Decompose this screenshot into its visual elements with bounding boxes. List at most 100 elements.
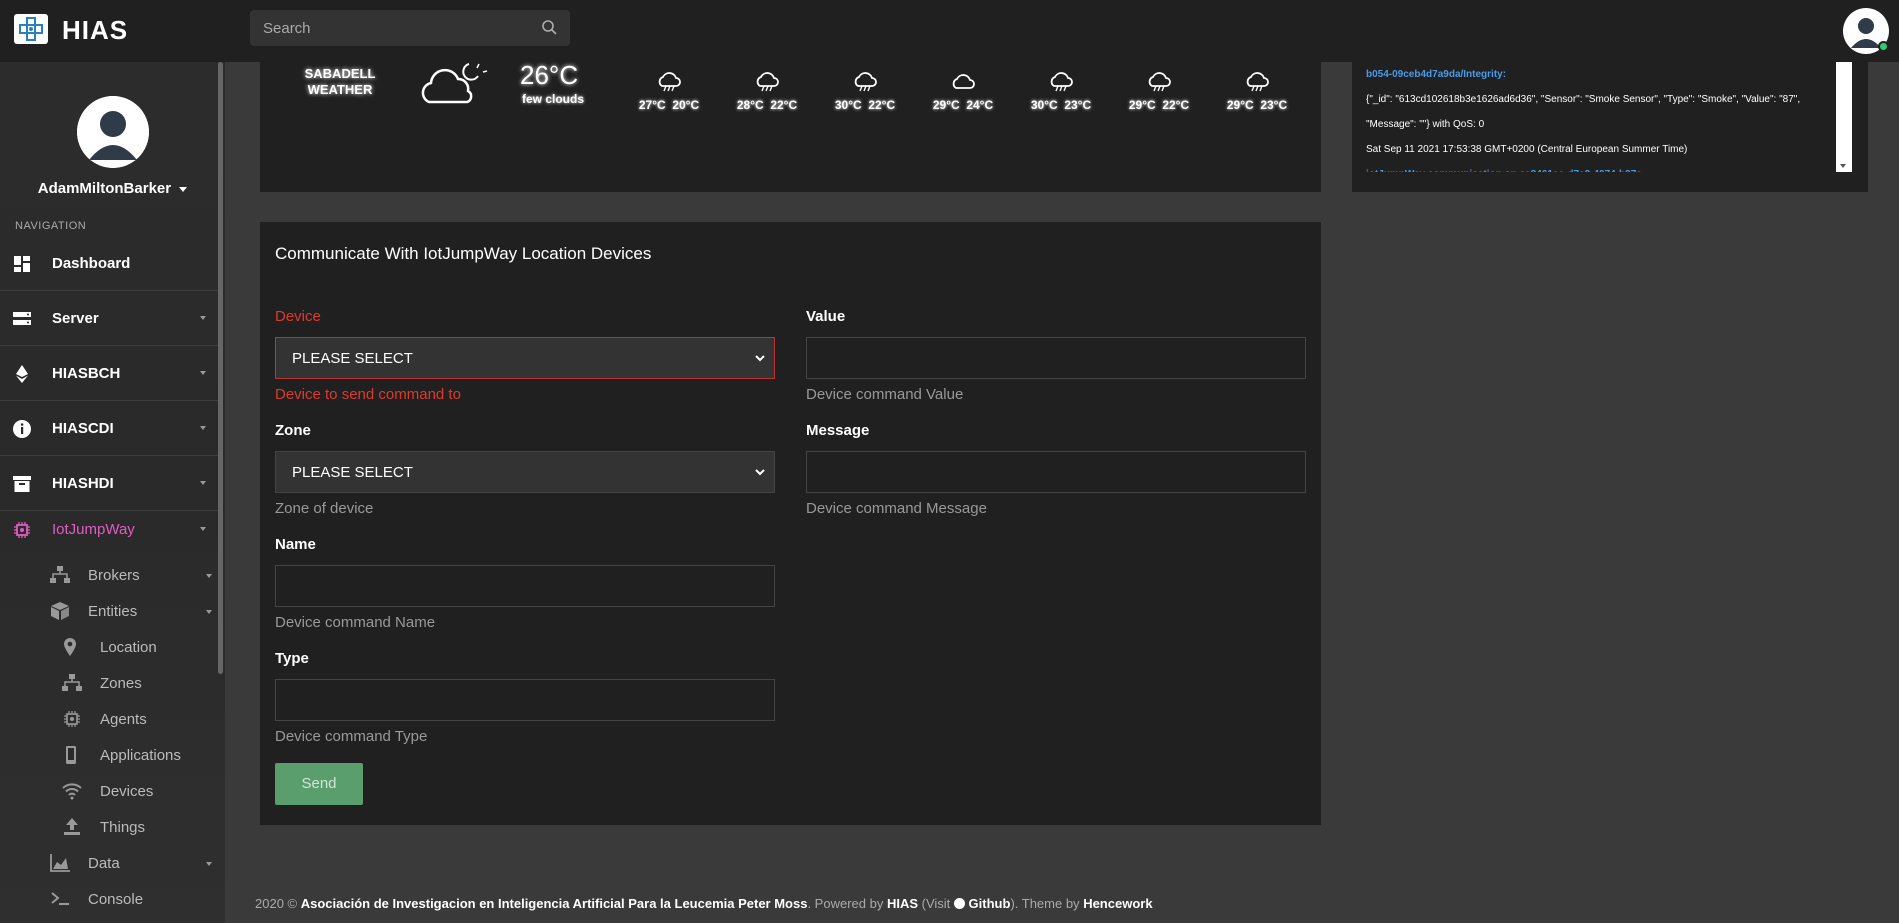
- sidebar-subitem-applications[interactable]: Applications: [62, 742, 252, 770]
- caret-down-icon: [206, 574, 212, 578]
- value-field[interactable]: [806, 337, 1306, 379]
- footer-org-link[interactable]: Asociación de Investigacion en Inteligen…: [301, 896, 808, 911]
- log-topic-link[interactable]: iotJumpWay communication on ee8461ac-d7a…: [1366, 162, 1840, 172]
- sidebar-subitem-console[interactable]: Console: [50, 886, 212, 914]
- chevron-down-icon: [755, 469, 765, 476]
- sidebar-subitem-agents[interactable]: Agents: [62, 706, 252, 734]
- forecast-low: 22°C: [868, 98, 896, 112]
- search-icon[interactable]: [541, 19, 558, 36]
- terminal-icon: [51, 892, 69, 905]
- sidebar-item-label: HIASCDI: [52, 420, 114, 437]
- sidebar-subitem-things[interactable]: Things: [62, 814, 252, 842]
- rain-cloud-icon: [1246, 72, 1269, 92]
- sitemap-icon: [62, 674, 82, 691]
- network-icon: [50, 566, 70, 583]
- device-help: Device to send command to: [275, 386, 461, 403]
- log-timestamp: Sat Sep 11 2021 17:53:38 GMT+0200 (Centr…: [1366, 144, 1688, 155]
- caret-down-icon: [206, 610, 212, 614]
- caret-down-icon: [200, 316, 206, 320]
- device-select[interactable]: PLEASE SELECT: [275, 337, 775, 379]
- sidebar-item-label: IotJumpWay: [52, 521, 135, 538]
- forecast-day: 30°C 22°C: [825, 70, 905, 112]
- device-label: Device: [275, 308, 321, 325]
- sidebar-item-dashboard[interactable]: Dashboard: [0, 237, 218, 291]
- github-icon: [953, 898, 965, 909]
- hias-logo-icon: [19, 17, 43, 41]
- value-label: Value: [806, 308, 846, 325]
- forecast-high: 29°C: [1226, 98, 1254, 112]
- forecast-low: 24°C: [966, 98, 994, 112]
- type-help: Device command Type: [275, 728, 428, 745]
- zone-select-value: PLEASE SELECT: [292, 464, 413, 481]
- nav-header: NAVIGATION: [15, 220, 87, 232]
- log-payload-end: "Message": ""} with QoS: 0: [1366, 119, 1485, 130]
- message-label: Message: [806, 422, 870, 439]
- name-help: Device command Name: [275, 614, 436, 631]
- top-bar: HIAS Search: [0, 0, 1899, 62]
- mobile-icon: [66, 746, 76, 764]
- sidebar-item-iotjumpway[interactable]: IotJumpWay: [0, 512, 218, 548]
- value-help: Device command Value: [806, 386, 964, 403]
- hias-logo[interactable]: [14, 14, 48, 44]
- forecast-high: 27°C: [638, 98, 666, 112]
- footer-github-text: Github: [968, 896, 1011, 911]
- sidebar-subitem-label: Devices: [100, 783, 154, 800]
- sidebar-subitem-entities[interactable]: Entities: [50, 598, 212, 626]
- type-label: Type: [275, 650, 309, 667]
- sidebar-item-hiasbch[interactable]: HIASBCH: [0, 347, 218, 401]
- zone-select[interactable]: PLEASE SELECT: [275, 451, 775, 493]
- profile-avatar[interactable]: [77, 96, 149, 168]
- weather-current-desc: few clouds: [522, 92, 585, 106]
- forecast-high: 29°C: [1128, 98, 1156, 112]
- footer-theme-link[interactable]: Hencework: [1083, 896, 1152, 911]
- archive-icon: [13, 476, 31, 492]
- rain-cloud-icon: [1050, 72, 1073, 92]
- communication-log-panel: b054-09ceb4d7a9da/Integrity: {"_id": "61…: [1352, 62, 1868, 192]
- rain-cloud-icon: [756, 72, 779, 92]
- forecast-day: 30°C 23°C: [1021, 70, 1101, 112]
- zone-help: Zone of device: [275, 500, 374, 517]
- forecast-high: 28°C: [736, 98, 764, 112]
- app-name[interactable]: HIAS: [62, 15, 128, 46]
- sidebar-item-hiashdi[interactable]: HIASHDI: [0, 457, 218, 511]
- log-topic-link[interactable]: b054-09ceb4d7a9da/Integrity:: [1366, 62, 1840, 87]
- cube-icon: [51, 602, 69, 620]
- sidebar-subitem-data[interactable]: Data: [50, 850, 212, 878]
- sidebar-item-label: HIASHDI: [52, 475, 114, 492]
- name-field[interactable]: [275, 565, 775, 607]
- rain-cloud-icon: [854, 72, 877, 92]
- sidebar-item-label: HIASBCH: [52, 365, 121, 382]
- footer-theme: ). Theme by: [1010, 896, 1080, 911]
- sidebar-subitem-label: Data: [88, 855, 120, 872]
- sidebar-item-hiascdi[interactable]: HIASCDI: [0, 402, 218, 456]
- sidebar-subitem-devices[interactable]: Devices: [62, 778, 252, 806]
- sidebar-subitem-zones[interactable]: Zones: [62, 670, 252, 698]
- footer-github-link[interactable]: Github: [953, 896, 1011, 911]
- profile-username[interactable]: AdamMiltonBarker: [0, 180, 225, 197]
- sidebar-subitem-label: Zones: [100, 675, 142, 692]
- forecast-low: 22°C: [770, 98, 798, 112]
- upload-icon: [64, 818, 80, 835]
- forecast-high: 30°C: [1030, 98, 1058, 112]
- forecast-day: 29°C 23°C: [1217, 70, 1297, 112]
- type-field[interactable]: [275, 679, 775, 721]
- footer-hias-link[interactable]: HIAS: [887, 896, 918, 911]
- sidebar-subitem-brokers[interactable]: Brokers: [50, 562, 212, 590]
- sidebar-item-server[interactable]: Server: [0, 292, 218, 346]
- forecast-day: 28°C 22°C: [727, 70, 807, 112]
- scroll-down-icon[interactable]: [1840, 164, 1846, 168]
- log-scrollbar[interactable]: [1836, 62, 1852, 172]
- sidebar-subitem-label: Location: [100, 639, 157, 656]
- send-button[interactable]: Send: [275, 763, 363, 805]
- message-field[interactable]: [806, 451, 1306, 493]
- search-placeholder: Search: [263, 20, 311, 37]
- sidebar-subitem-location[interactable]: Location: [62, 634, 252, 662]
- search-input[interactable]: Search: [250, 10, 570, 46]
- forecast-low: 20°C: [672, 98, 700, 112]
- sidebar-subitem-label: Things: [100, 819, 146, 836]
- weather-city-name: SABADELL: [304, 66, 376, 81]
- communication-log[interactable]: b054-09ceb4d7a9da/Integrity: {"_id": "61…: [1366, 62, 1840, 172]
- weather-current-temp: 26°C: [520, 60, 579, 90]
- forecast-day: 27°C 20°C: [629, 70, 709, 112]
- sidebar-scrollbar[interactable]: [218, 62, 223, 674]
